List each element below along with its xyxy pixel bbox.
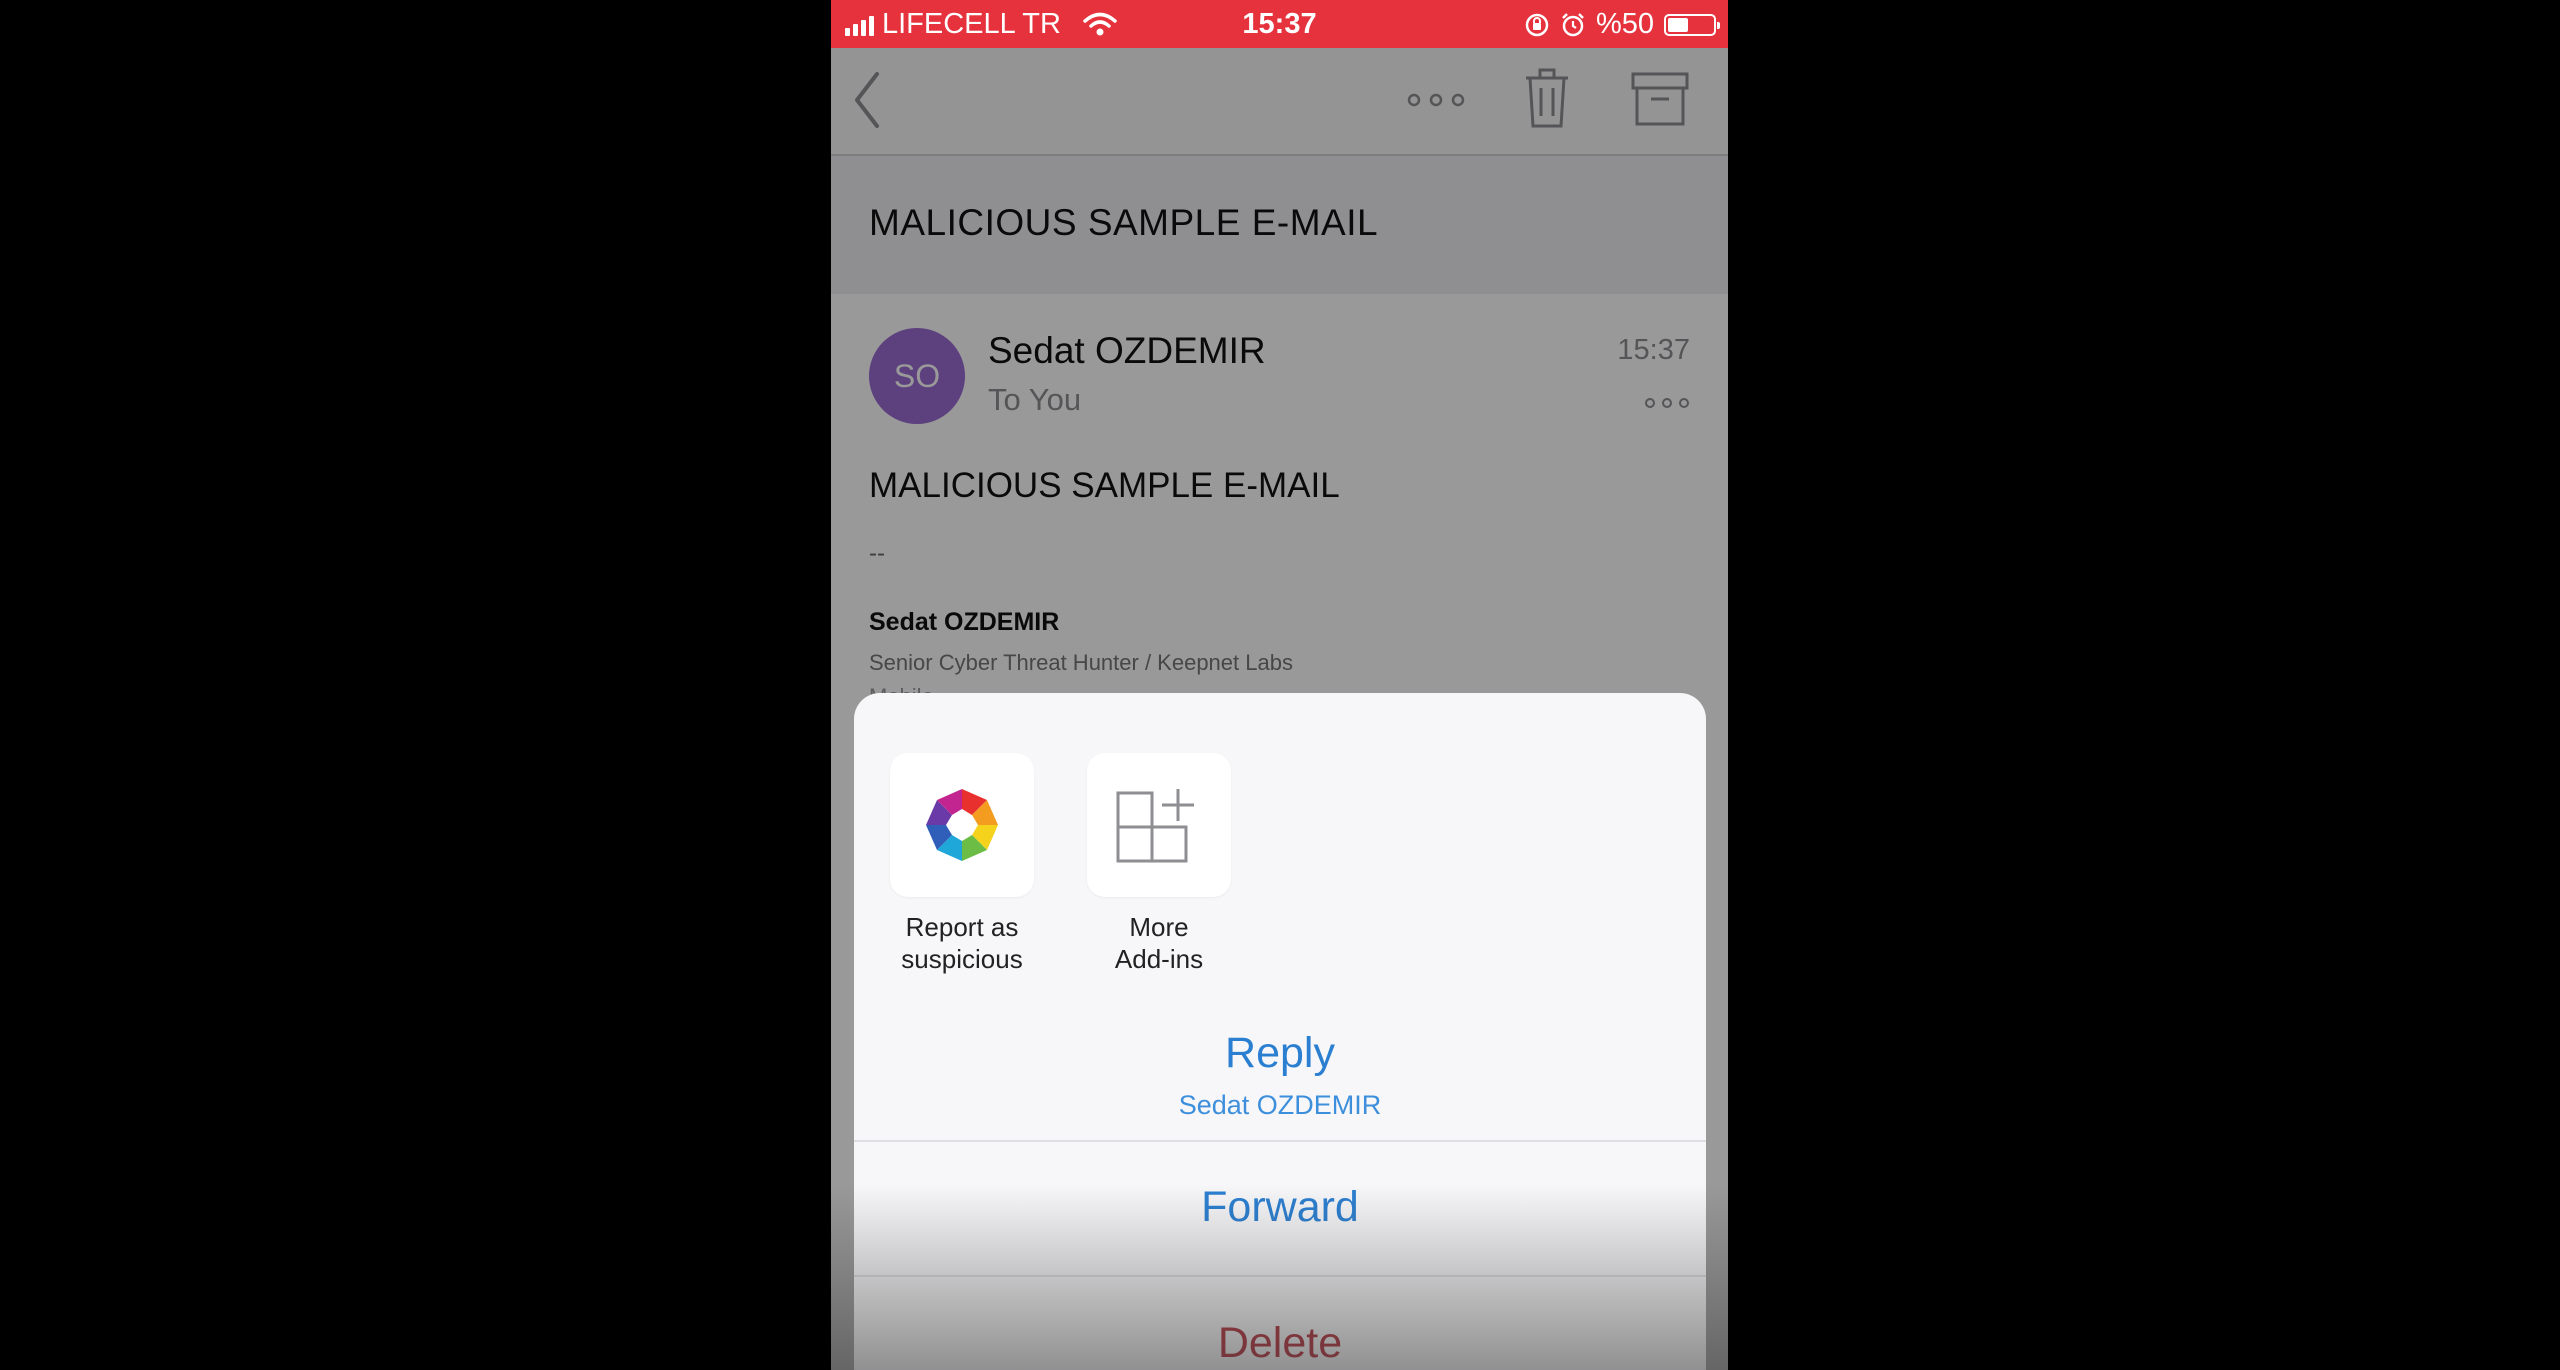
add-ins-grid-icon — [1116, 789, 1194, 863]
forward-button[interactable]: Forward — [854, 1183, 1706, 1232]
addin-label: Report as suspicious — [901, 912, 1023, 974]
phone-screen: LIFECELL TR 15:37 %50 MALICIOUS SAMPLE E… — [831, 0, 1728, 1370]
delete-label: Delete — [1217, 1319, 1343, 1367]
reply-recipient: Sedat OZDEMIR — [1178, 1090, 1382, 1120]
report-suspicious-addin[interactable]: Report as suspicious — [890, 753, 1034, 975]
rotation-lock-icon — [1525, 13, 1549, 36]
divider — [854, 1140, 1706, 1142]
keepnet-logo-icon — [926, 789, 998, 861]
addin-tile[interactable] — [1087, 753, 1231, 897]
delete-button[interactable]: Delete — [854, 1319, 1706, 1368]
status-bar: LIFECELL TR 15:37 %50 — [831, 0, 1728, 48]
addin-label: More Add-ins — [1114, 912, 1204, 974]
more-addins[interactable]: More Add-ins — [1087, 753, 1231, 975]
action-sheet: Report as suspicious More Add-ins Reply … — [854, 693, 1706, 1370]
divider — [854, 1275, 1706, 1277]
battery-icon — [1664, 13, 1720, 36]
reply-button[interactable]: Reply Sedat OZDEMIR — [854, 1029, 1706, 1121]
reply-label: Reply — [1225, 1029, 1335, 1077]
addin-tile[interactable] — [890, 753, 1034, 897]
battery-percent: %50 — [1595, 8, 1654, 40]
alarm-icon — [1562, 12, 1584, 36]
forward-label: Forward — [1201, 1183, 1359, 1231]
